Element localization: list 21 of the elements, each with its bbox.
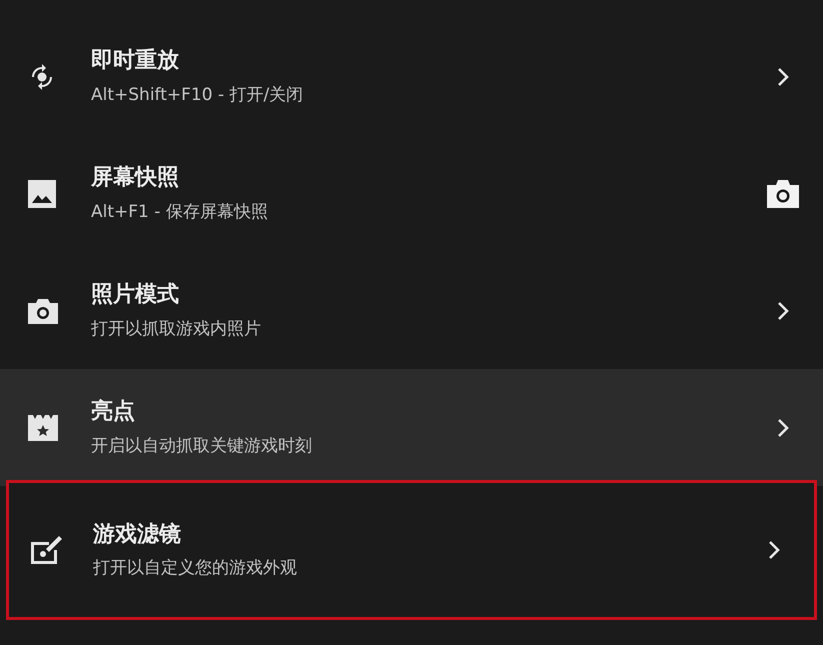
item-title: 亮点 [91, 398, 136, 426]
item-title: 游戏滤镜 [93, 520, 182, 548]
image-icon [27, 178, 57, 208]
item-subtitle: 开启以自动抓取关键游戏时刻 [91, 436, 313, 457]
item-subtitle: 打开以自定义您的游戏外观 [93, 558, 298, 580]
item-subtitle: Alt+Shift+F10 - 打开/关闭 [91, 84, 304, 106]
camera-icon[interactable] [766, 178, 800, 208]
item-title: 屏幕快照 [91, 164, 180, 192]
item-title: 照片模式 [91, 281, 180, 309]
edit-icon [29, 534, 63, 566]
menu-item[interactable]: 游戏滤镜 打开以自定义您的游戏外观 [6, 480, 817, 620]
item-subtitle: 打开以抓取游戏内照片 [91, 318, 262, 340]
chevron-right-icon [776, 300, 790, 320]
chevron-right-icon [767, 540, 781, 560]
clapper-icon [27, 414, 59, 442]
camera-icon [27, 296, 59, 324]
menu-item[interactable]: 亮点 开启以自动抓取关键游戏时刻 [0, 369, 823, 486]
item-title: 即时重放 [91, 47, 180, 75]
chevron-right-icon [776, 418, 790, 438]
chevron-right-icon [776, 66, 790, 86]
item-subtitle: Alt+F1 - 保存屏幕快照 [91, 202, 269, 223]
